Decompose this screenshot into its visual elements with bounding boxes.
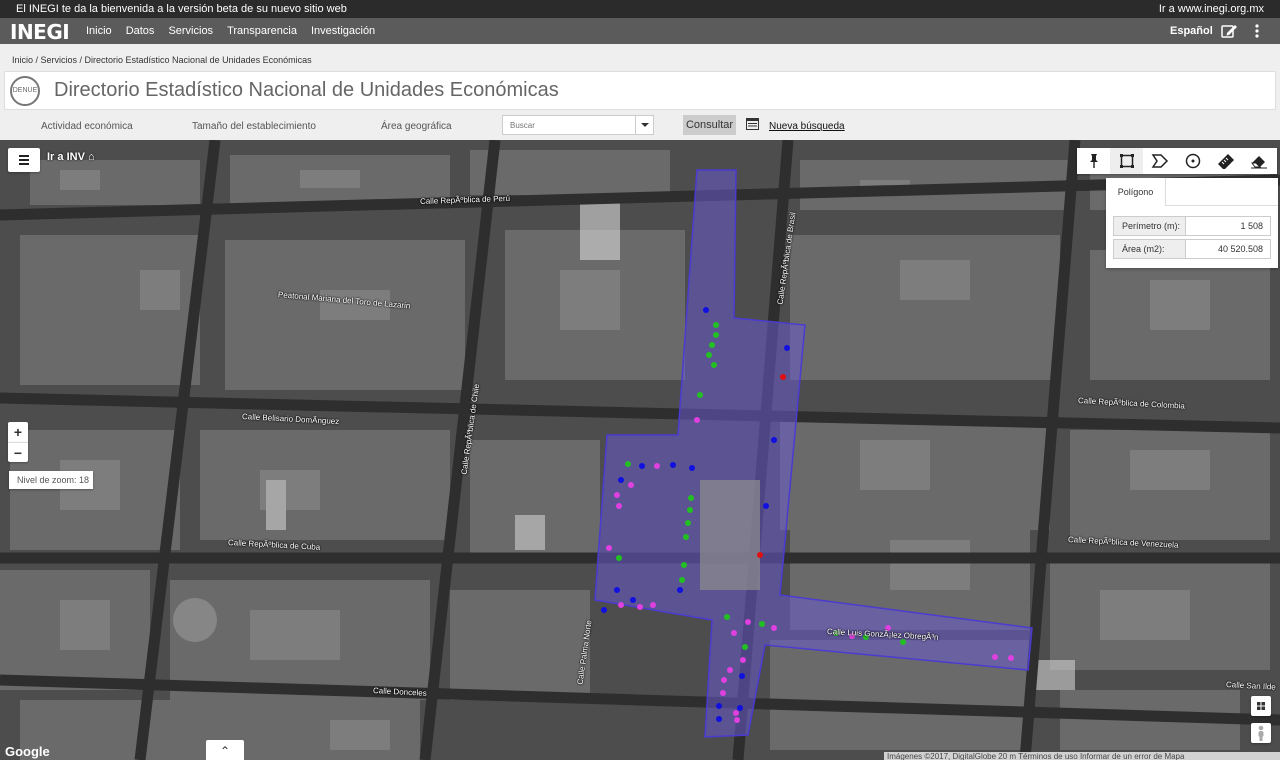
filter-area[interactable]: Área geográfica [381,121,452,132]
area-row: Área (m2): 40 520.508 [1113,239,1271,259]
area-value: 40 520.508 [1217,244,1263,254]
breadcrumb[interactable]: Inicio / Servicios / Directorio Estadíst… [12,55,312,65]
circle-tool[interactable] [1176,148,1209,174]
rectangle-icon [1119,154,1134,168]
map-layer-button[interactable] [1251,696,1271,716]
drawing-toolbar [1077,148,1277,174]
tab-poligono[interactable]: Polígono [1106,178,1166,206]
street-view-button[interactable] [1251,723,1271,743]
satellite-imagery [0,140,1280,760]
zoom-out-button[interactable]: − [8,442,28,462]
perimetro-value: 1 508 [1240,221,1263,231]
polygon-tool[interactable] [1143,148,1176,174]
zoom-in-button[interactable]: + [8,422,28,442]
nav-item-inicio[interactable]: Inicio [86,18,112,44]
pin-icon [1089,154,1098,168]
nav-item-transparencia[interactable]: Transparencia [227,18,297,44]
home-icon: ⌂ [87,151,95,163]
zoom-level-indicator: Nivel de zoom: 18 [9,471,93,489]
perimetro-row: Perímetro (m): 1 508 [1113,216,1271,236]
search-input[interactable] [503,116,635,134]
main-navbar: INEGI Inicio Datos Servicios Transparenc… [0,18,1280,44]
search-box [502,115,654,135]
filter-actividad[interactable]: Actividad económica [41,121,133,132]
nueva-busqueda-link[interactable]: Nueva búsqueda [769,121,845,132]
edit-icon[interactable] [1220,22,1238,40]
language-selector[interactable]: Español [1170,25,1213,37]
nav-item-datos[interactable]: Datos [126,18,155,44]
chevron-down-icon [641,123,649,127]
more-vert-icon[interactable] [1248,22,1266,40]
denue-logo: DENUE [10,76,40,106]
consultar-button[interactable]: Consultar [683,115,736,135]
ruler-icon [1217,154,1234,169]
ir-a-inv-label: Ir a INV [47,151,85,163]
perimetro-label: Perímetro (m): [1114,217,1186,235]
list-icon[interactable] [746,118,759,130]
pin-tool[interactable] [1077,148,1110,174]
announcement-bar: El INEGI te da la bienvenida a la versió… [0,0,1280,18]
hamburger-icon [19,155,29,165]
page-header: DENUE Directorio Estadístico Nacional de… [4,71,1276,110]
search-dropdown-button[interactable] [635,116,653,134]
nav-menu: Inicio Datos Servicios Transparencia Inv… [86,18,389,44]
polygon-icon [1151,154,1168,168]
filter-tamano[interactable]: Tamaño del establecimiento [192,121,316,132]
map-attribution[interactable]: Imágenes ©2017, DigitalGlobe 20 m Términ… [884,752,1280,760]
map-menu-button[interactable] [8,148,40,172]
eraser-tool[interactable] [1242,148,1275,174]
zocalo-plaza [700,480,760,590]
inegi-site-link[interactable]: Ir a www.inegi.org.mx [1159,0,1264,18]
pegman-icon [1258,725,1264,741]
page-title: Directorio Estadístico Nacional de Unida… [54,79,559,101]
map-view[interactable]: Calle RepÃºblica de Perú Peatonal Marian… [0,140,1280,760]
grid-icon [1257,702,1265,710]
rectangle-tool[interactable] [1110,148,1143,174]
measurement-panel: Polígono Perímetro (m): 1 508 Área (m2):… [1106,178,1278,268]
google-logo: Google [5,744,50,759]
nav-item-investigacion[interactable]: Investigación [311,18,375,44]
expand-panel-button[interactable]: ⌃ [206,740,244,760]
ir-a-inv-link[interactable]: Ir a INV ⌂ [47,151,95,163]
nav-item-servicios[interactable]: Servicios [168,18,213,44]
tab-divider [1166,205,1278,206]
filter-bar: Actividad económica Tamaño del estableci… [0,112,1280,140]
area-label: Área (m2): [1114,240,1186,258]
circle-icon [1185,153,1200,169]
eraser-icon [1250,156,1267,169]
announcement-text: El INEGI te da la bienvenida a la versió… [16,3,347,15]
inegi-logo[interactable]: INEGI [10,20,70,44]
ruler-tool[interactable] [1209,148,1242,174]
